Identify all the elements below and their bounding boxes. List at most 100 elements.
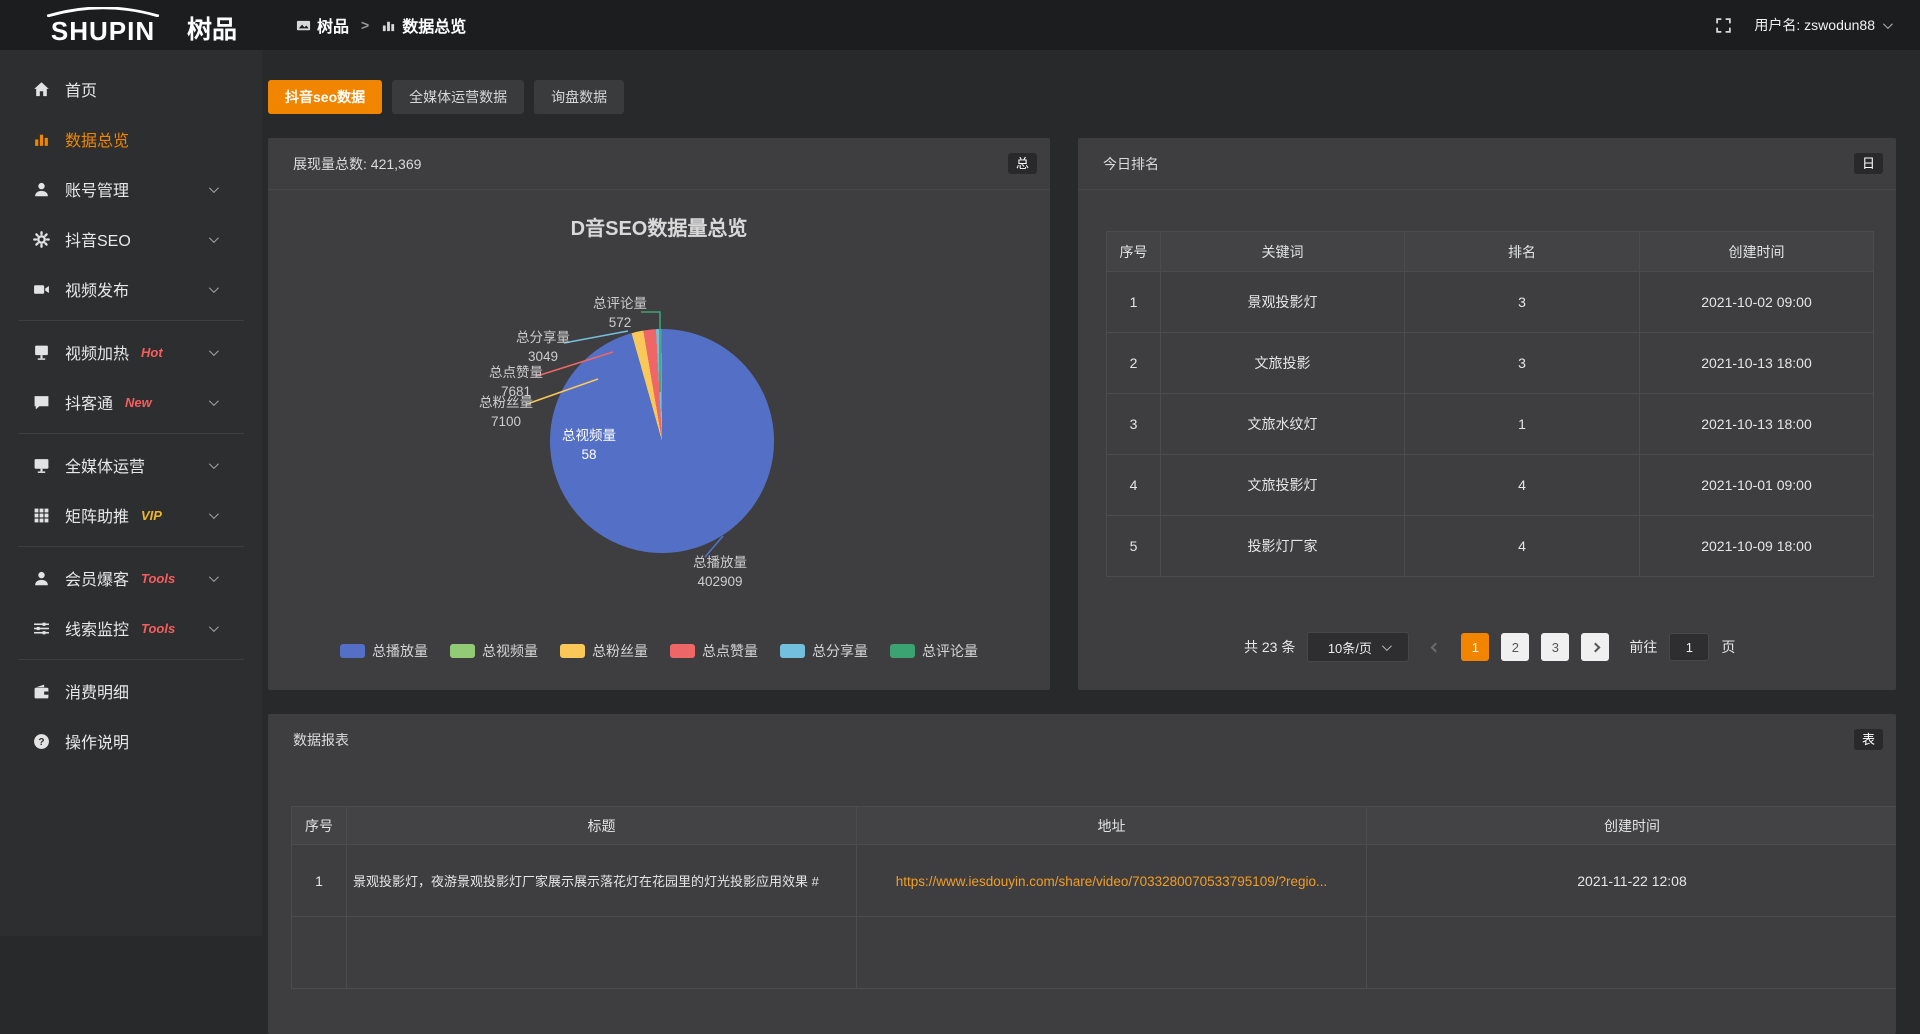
- report-table: 序号 标题 地址 创建时间 1 景观投影灯，夜游景观投影灯厂家展示展示落花灯在花…: [291, 806, 1896, 989]
- legend-item-fans[interactable]: 总粉丝量: [560, 641, 648, 661]
- home-icon: [32, 80, 50, 98]
- col-header-index: 序号: [292, 807, 347, 845]
- legend-item-plays[interactable]: 总播放量: [340, 641, 428, 661]
- chevron-left-icon: [1430, 642, 1440, 652]
- sidebar-item-lead-monitor[interactable]: 线索监控 Tools: [0, 603, 262, 653]
- new-badge: New: [125, 395, 152, 410]
- data-report-panel: 数据报表 表 序号 标题 地址 创建时间 1 景观投影灯，夜游景观投影灯厂家展示…: [268, 714, 1896, 1034]
- logo-text-cn: 树品: [187, 17, 237, 43]
- table-row: 1 景观投影灯，夜游景观投影灯厂家展示展示落花灯在花园里的灯光投影应用效果 # …: [292, 845, 1897, 917]
- video-link[interactable]: https://www.iesdouyin.com/share/video/70…: [896, 874, 1328, 889]
- col-header-created: 创建时间: [1640, 232, 1874, 272]
- goto-label: 前往: [1629, 637, 1657, 657]
- col-header-title: 标题: [347, 807, 857, 845]
- breadcrumb-root[interactable]: 树品: [296, 13, 349, 37]
- hot-badge: Hot: [141, 345, 163, 360]
- chevron-down-icon: [209, 233, 219, 243]
- page-unit-label: 页: [1721, 637, 1735, 657]
- chevron-down-icon: [209, 572, 219, 582]
- breadcrumb-current[interactable]: 数据总览: [381, 13, 466, 37]
- chevron-down-icon: [209, 283, 219, 293]
- legend-item-comments[interactable]: 总评论量: [890, 641, 978, 661]
- sidebar-item-video-publish[interactable]: 视频发布: [0, 264, 262, 314]
- sidebar-item-member-baoke[interactable]: 会员爆客 Tools: [0, 553, 262, 603]
- page-button-1[interactable]: 1: [1461, 633, 1489, 661]
- sidebar-item-account[interactable]: 账号管理: [0, 164, 262, 214]
- user-icon: [32, 180, 50, 198]
- pie-label-comments: 总评论量 572: [585, 295, 655, 333]
- col-header-index: 序号: [1107, 232, 1161, 272]
- legend-swatch: [670, 644, 695, 658]
- chevron-down-icon: [1883, 19, 1893, 29]
- screen-icon: [32, 343, 50, 361]
- goto-page-input[interactable]: [1669, 633, 1709, 661]
- pie-label-fans: 总粉丝量 7100: [471, 394, 541, 432]
- col-header-url: 地址: [857, 807, 1367, 845]
- user-menu[interactable]: 用户名: zswodun88: [1754, 15, 1890, 35]
- table-row: 2 文旅投影 3 2021-10-13 18:00: [1107, 333, 1874, 394]
- chevron-down-icon: [209, 459, 219, 469]
- ranking-table: 序号 关键词 排名 创建时间 1 景观投影灯 3 2021-10-02 09:0…: [1106, 231, 1874, 577]
- next-page-button[interactable]: [1581, 633, 1609, 661]
- table-mode-button[interactable]: 表: [1854, 729, 1883, 750]
- logo[interactable]: SHUPIN 树品: [28, 7, 248, 44]
- table-row: 5 投影灯厂家 4 2021-10-09 18:00: [1107, 516, 1874, 577]
- legend-swatch: [890, 644, 915, 658]
- sidebar-item-video-heat[interactable]: 视频加热 Hot: [0, 327, 262, 377]
- legend-swatch: [560, 644, 585, 658]
- sidebar-item-omnimedia[interactable]: 全媒体运营: [0, 440, 262, 490]
- total-mode-button[interactable]: 总: [1008, 153, 1037, 174]
- legend-swatch: [780, 644, 805, 658]
- grid-icon: [32, 506, 50, 524]
- chevron-down-icon: [209, 183, 219, 193]
- sidebar-item-data-overview[interactable]: 数据总览: [0, 114, 262, 164]
- sliders-icon: [32, 619, 50, 637]
- day-mode-button[interactable]: 日: [1854, 153, 1883, 174]
- vip-badge: VIP: [141, 508, 162, 523]
- legend-item-shares[interactable]: 总分享量: [780, 641, 868, 661]
- chevron-down-icon: [209, 346, 219, 356]
- chevron-down-icon: [1382, 641, 1392, 651]
- tools-badge: Tools: [141, 571, 175, 586]
- svg-text:?: ?: [38, 737, 44, 748]
- chevron-down-icon: [209, 396, 219, 406]
- table-header-row: 序号 关键词 排名 创建时间: [1107, 232, 1874, 272]
- sidebar-item-matrix-boost[interactable]: 矩阵助推 VIP: [0, 490, 262, 540]
- sidebar-item-douyin-seo[interactable]: 抖音SEO: [0, 214, 262, 264]
- page-button-3[interactable]: 3: [1541, 633, 1569, 661]
- site-icon: [296, 18, 311, 33]
- legend-item-videos[interactable]: 总视频量: [450, 641, 538, 661]
- chevron-down-icon: [209, 509, 219, 519]
- legend-item-likes[interactable]: 总点赞量: [670, 641, 758, 661]
- video-camera-icon: [32, 280, 50, 298]
- chat-icon: [32, 393, 50, 411]
- person-icon: [32, 569, 50, 587]
- prev-page-button[interactable]: [1421, 633, 1449, 661]
- tab-omnimedia-data[interactable]: 全媒体运营数据: [392, 80, 524, 114]
- chevron-right-icon: [1590, 642, 1600, 652]
- chart-title: D音SEO数据量总览: [268, 212, 1050, 241]
- sidebar-item-help[interactable]: ? 操作说明: [0, 716, 262, 766]
- logo-arc: [28, 7, 178, 17]
- monitor-icon: [32, 456, 50, 474]
- sidebar-item-home[interactable]: 首页: [0, 64, 262, 114]
- today-ranking-panel: 今日排名 日 序号 关键词 排名 创建时间 1 景观投影灯 3 2021-10-…: [1078, 138, 1896, 690]
- fullscreen-icon[interactable]: [1715, 17, 1732, 34]
- total-count-label: 共 23 条: [1244, 637, 1295, 657]
- wallet-icon: [32, 682, 50, 700]
- tab-douyin-seo-data[interactable]: 抖音seo数据: [268, 80, 382, 114]
- table-header-row: 序号 标题 地址 创建时间: [292, 807, 1897, 845]
- question-icon: ?: [32, 732, 50, 750]
- tab-inquiry-data[interactable]: 询盘数据: [534, 80, 624, 114]
- sidebar-item-spending-detail[interactable]: 消费明细: [0, 666, 262, 716]
- legend-swatch: [450, 644, 475, 658]
- bar-chart-icon: [32, 130, 50, 148]
- page-size-select[interactable]: 10条/页: [1307, 632, 1409, 662]
- col-header-keyword: 关键词: [1161, 232, 1405, 272]
- page-button-2[interactable]: 2: [1501, 633, 1529, 661]
- impressions-total-label: 展现量总数: 421,369: [293, 154, 421, 174]
- username-label: 用户名: zswodun88: [1754, 15, 1875, 35]
- sidebar-item-doketong[interactable]: 抖客通 New: [0, 377, 262, 427]
- breadcrumb: 树品 > 数据总览: [296, 13, 466, 37]
- chart-legend: 总播放量 总视频量 总粉丝量 总点赞量 总分享量 总评论量: [268, 641, 1050, 661]
